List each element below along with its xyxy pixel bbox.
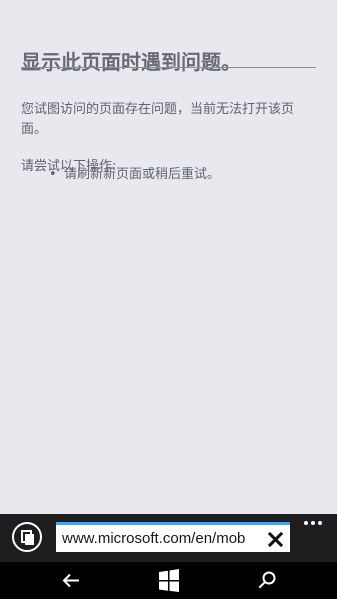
browser-address-bar: www.microsoft.com/en/mob [0,514,337,562]
address-field[interactable]: www.microsoft.com/en/mob [56,522,290,552]
back-button[interactable] [50,562,92,599]
system-navigation-bar [0,562,337,599]
page-title: 显示此页面时遇到问题。 [21,50,241,75]
search-icon [258,571,276,589]
bullet-mark: • [49,167,57,182]
suggestion-list: • 请刷新新页面或稍后重试。 [49,165,220,185]
suggestion-text: 请刷新新页面或稍后重试。 [64,167,221,182]
error-page-content: 显示此页面时遇到问题。 您试图访问的页面存在问题，当前无法打开该页面。 请尝试以… [0,0,337,514]
home-button[interactable] [148,562,190,599]
more-options-button[interactable] [301,516,327,530]
list-item: • 请刷新新页面或稍后重试。 [49,165,220,185]
title-divider [21,67,316,68]
ellipsis-icon [304,521,322,525]
tabs-button[interactable] [12,522,42,552]
tabs-icon [21,530,34,545]
search-button[interactable] [246,562,288,599]
back-arrow-icon [62,573,79,588]
clear-address-button[interactable] [268,532,283,547]
windows-icon [159,569,179,592]
error-message: 您试图访问的页面存在问题，当前无法打开该页面。 [21,102,295,137]
close-icon [268,532,283,547]
address-text[interactable]: www.microsoft.com/en/mob [62,530,262,548]
